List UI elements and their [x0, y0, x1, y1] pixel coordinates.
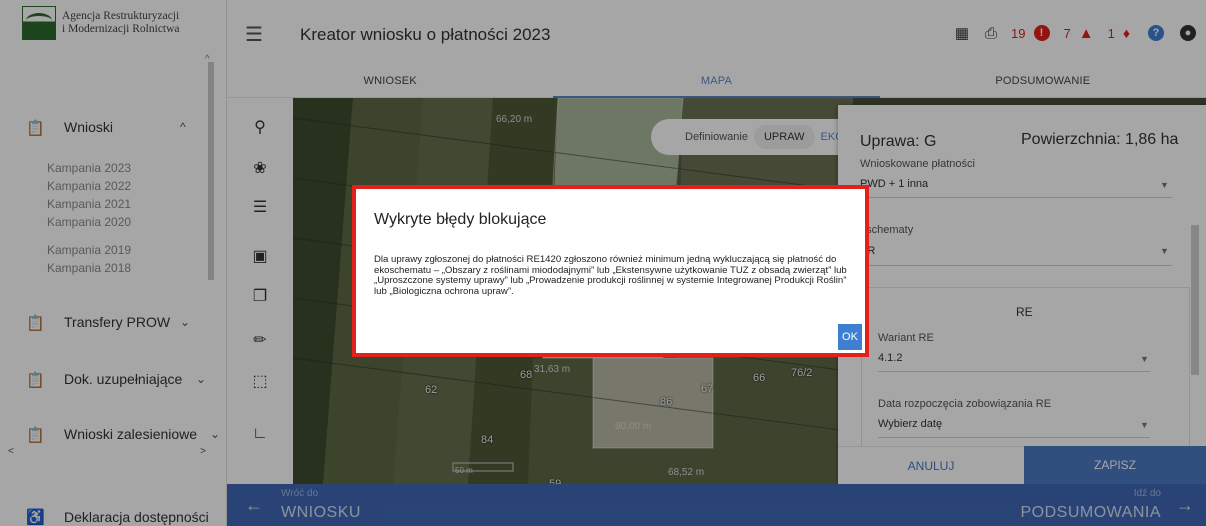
dialog-message: Dla uprawy zgłoszonej do płatności RE142… — [374, 254, 847, 298]
ok-button[interactable]: OK — [838, 324, 862, 350]
dialog-title: Wykryte błędy blokujące — [374, 211, 547, 228]
blocking-errors-dialog: Wykryte błędy blokujące Dla uprawy zgłos… — [352, 185, 869, 357]
